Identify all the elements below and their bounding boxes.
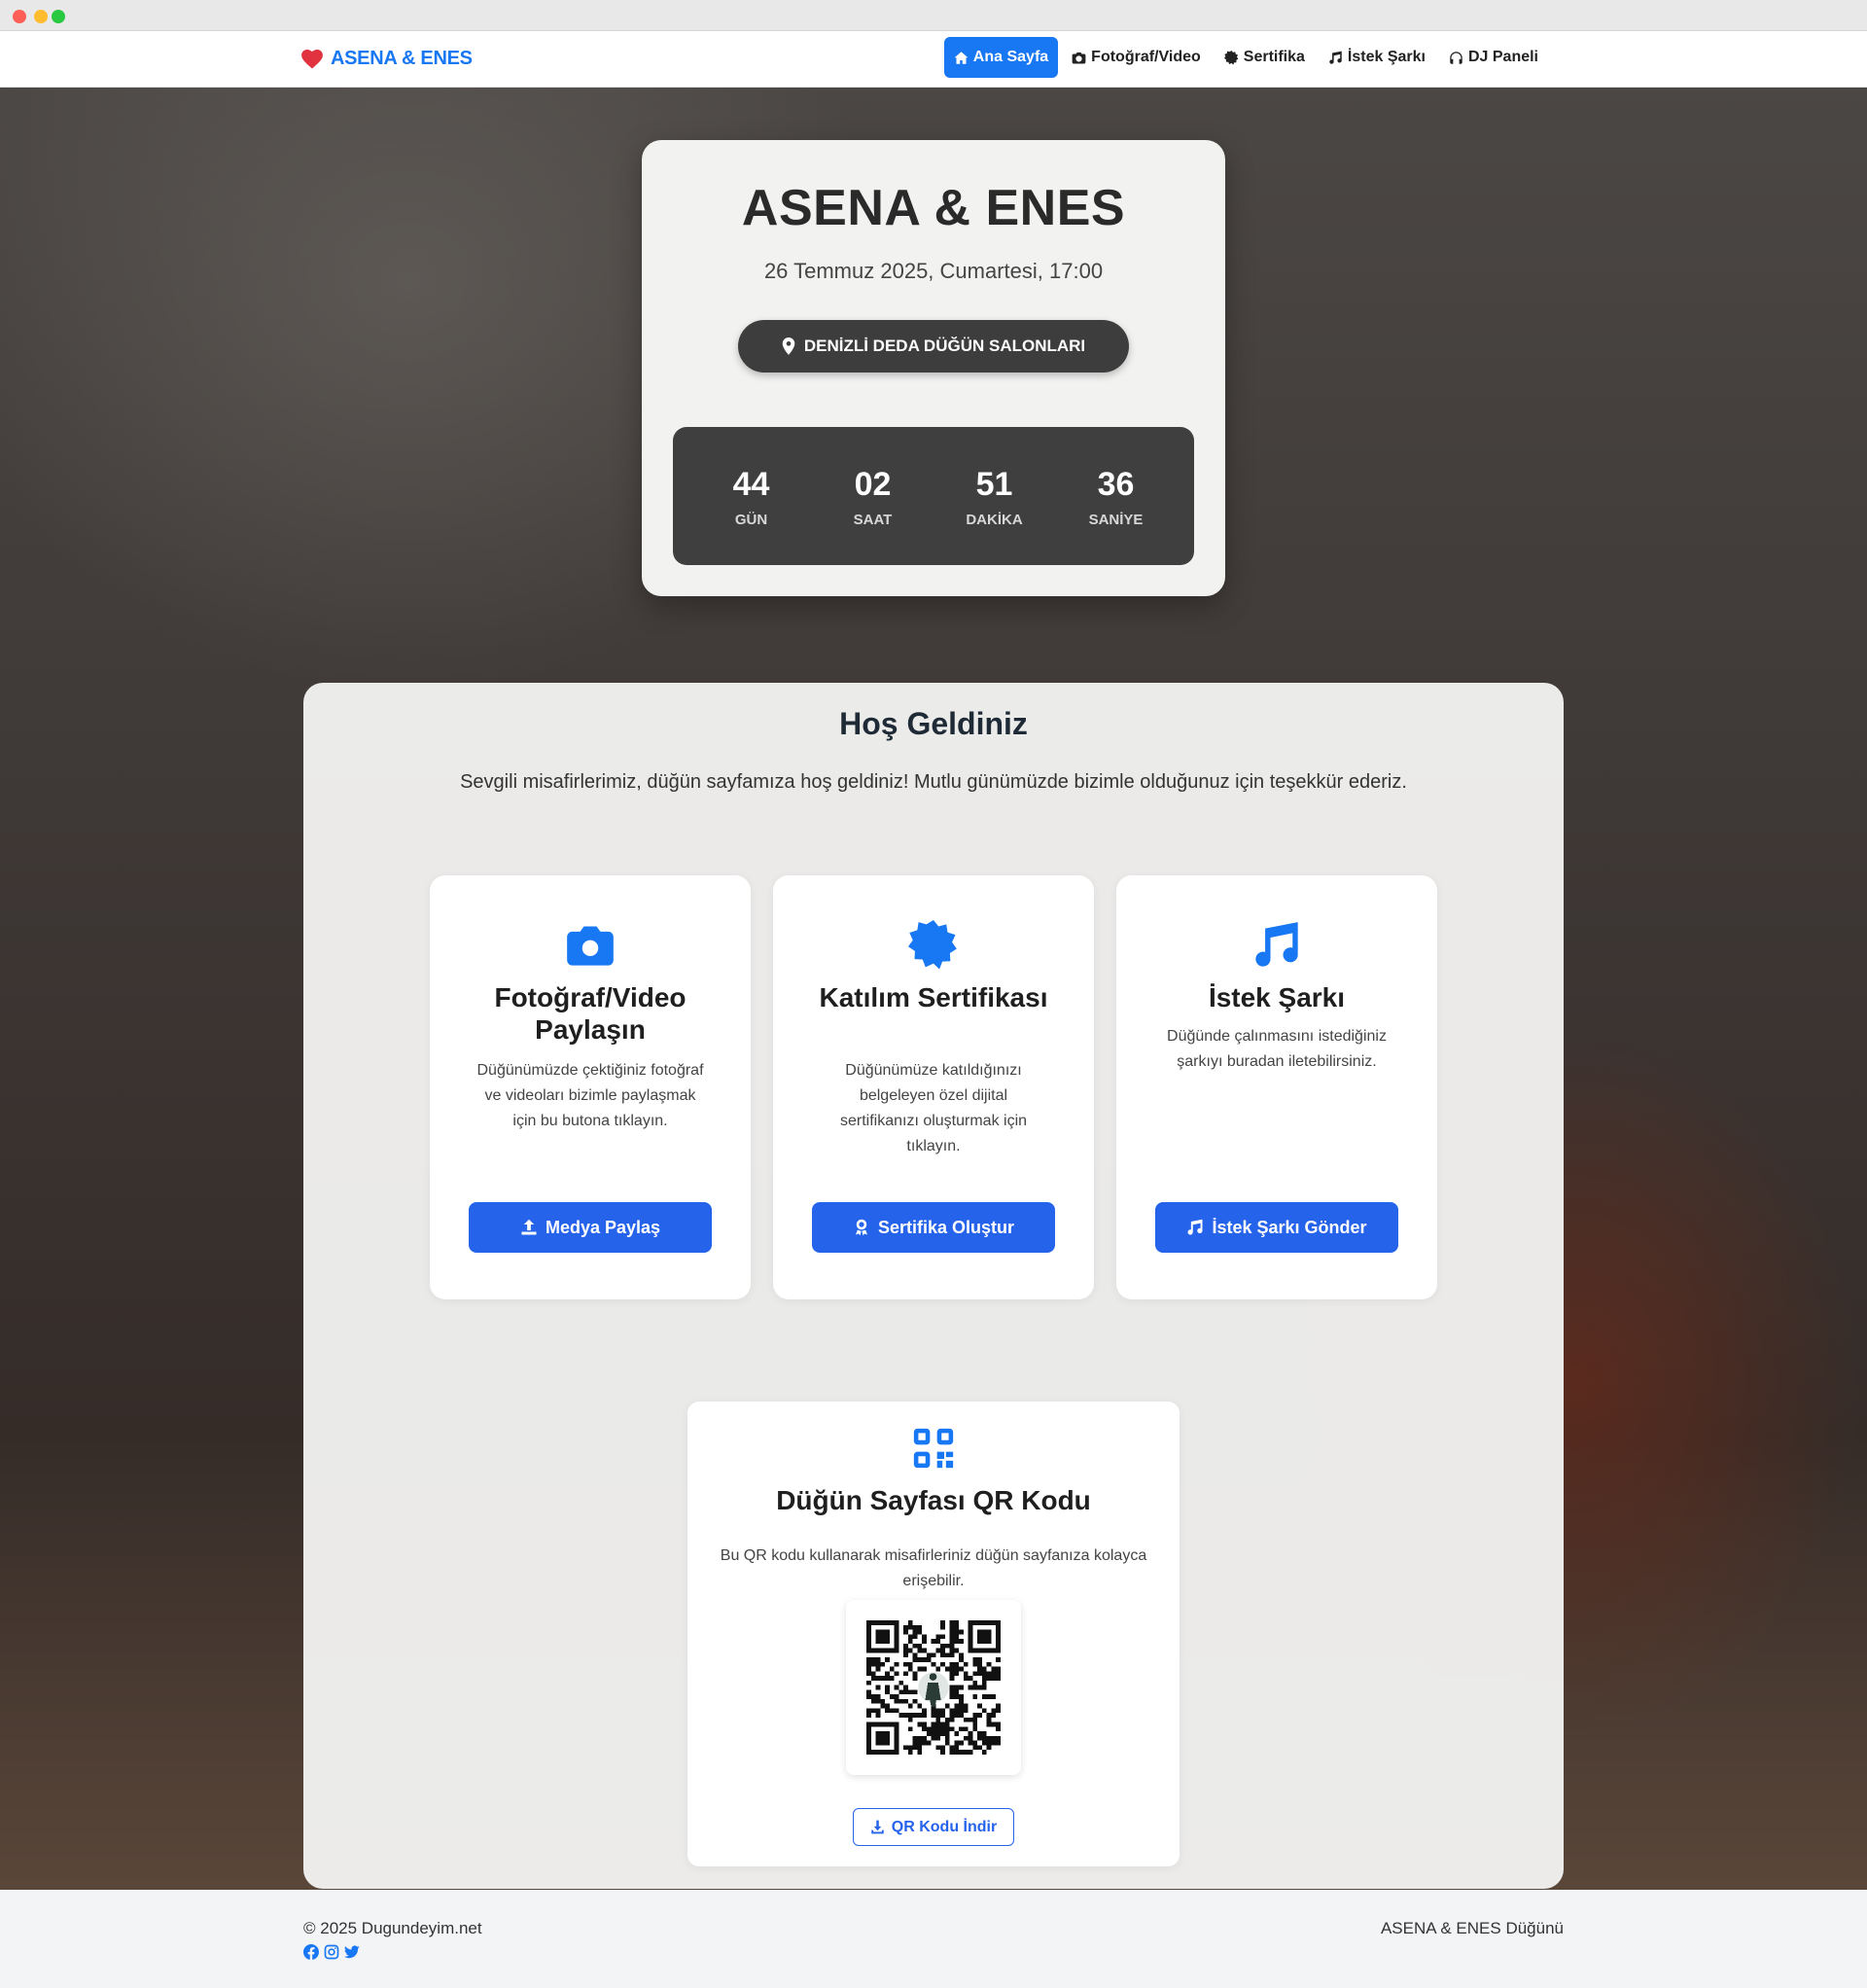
qr-code bbox=[866, 1620, 1001, 1755]
feature-description: Düğünümüzde çektiğiniz fotoğraf ve video… bbox=[476, 1062, 704, 1129]
nav-links: Ana Sayfa Fotoğraf/Video Sertifika İstek… bbox=[943, 37, 1548, 78]
maximize-window-button[interactable] bbox=[52, 10, 65, 23]
qr-code-image bbox=[846, 1600, 1021, 1775]
feature-card-song: İstek Şarkı Düğünde çalınmasını istediği… bbox=[1116, 875, 1437, 1299]
copyright-text: © 2025 Dugundeyim.net bbox=[303, 1919, 482, 1937]
download-qr-button[interactable]: QR Kodu İndir bbox=[853, 1808, 1014, 1846]
countdown-timer: 44 GÜN 02 SAAT 51 DAKİKA 36 SANİYE bbox=[673, 427, 1194, 565]
nav-link-dj-panel[interactable]: DJ Paneli bbox=[1439, 37, 1548, 78]
send-song-request-button[interactable]: İstek Şarkı Gönder bbox=[1155, 1202, 1398, 1253]
certificate-icon bbox=[908, 920, 957, 970]
feature-description: Düğünümüze katıldığınızı belgeleyen özel… bbox=[839, 1062, 1028, 1154]
nav-link-certificate[interactable]: Sertifika bbox=[1215, 37, 1315, 78]
download-icon bbox=[871, 1820, 884, 1834]
countdown-minutes: 51 DAKİKA bbox=[946, 465, 1043, 528]
feature-description: Düğünde çalınmasını istediğiniz şarkıyı … bbox=[1167, 1028, 1387, 1070]
brand-name: ASENA & ENES bbox=[331, 48, 473, 69]
minimize-window-button[interactable] bbox=[34, 10, 48, 23]
map-pin-icon bbox=[782, 337, 795, 355]
button-label: QR Kodu İndir bbox=[891, 1818, 998, 1835]
feature-title: Katılım Sertifikası bbox=[819, 982, 1048, 1012]
countdown-label: SANİYE bbox=[1088, 511, 1144, 528]
nav-link-label: DJ Paneli bbox=[1467, 49, 1538, 65]
heart-icon bbox=[301, 49, 323, 69]
brand-link[interactable]: ASENA & ENES bbox=[301, 48, 473, 70]
nav-link-label: İstek Şarkı bbox=[1347, 49, 1426, 65]
button-label: Medya Paylaş bbox=[545, 1217, 661, 1237]
welcome-title: Hoş Geldiniz bbox=[839, 706, 1028, 741]
countdown-days: 44 GÜN bbox=[703, 465, 800, 528]
countdown-hours: 02 SAAT bbox=[825, 465, 922, 528]
countdown-seconds: 36 SANİYE bbox=[1068, 465, 1165, 528]
close-window-button[interactable] bbox=[13, 10, 26, 23]
nav-link-home[interactable]: Ana Sayfa bbox=[943, 37, 1059, 78]
camera-icon bbox=[1072, 52, 1086, 63]
badge-icon bbox=[1223, 50, 1239, 65]
twitter-icon[interactable] bbox=[344, 1944, 360, 1960]
couple-title: ASENA & ENES bbox=[741, 180, 1126, 236]
qr-code-icon bbox=[913, 1428, 954, 1469]
headphones-icon bbox=[1450, 51, 1462, 64]
wedding-date: 26 Temmuz 2025, Cumartesi, 17:00 bbox=[763, 259, 1104, 283]
camera-icon bbox=[567, 926, 614, 966]
venue-button[interactable]: DENİZLİ DEDA DÜĞÜN SALONLARI bbox=[738, 320, 1129, 373]
home-icon bbox=[954, 51, 969, 64]
music-icon bbox=[1187, 1219, 1203, 1235]
countdown-label: GÜN bbox=[734, 511, 768, 528]
nav-link-label: Sertifika bbox=[1243, 49, 1305, 65]
social-links bbox=[303, 1944, 360, 1960]
qr-description: Bu QR kodu kullanarak misafirleriniz düğ… bbox=[720, 1547, 1147, 1589]
music-icon bbox=[1255, 922, 1298, 967]
top-navbar: ASENA & ENES Ana Sayfa Fotoğraf/Video Se… bbox=[0, 31, 1867, 88]
venue-label: DENİZLİ DEDA DÜĞÜN SALONLARI bbox=[803, 337, 1086, 355]
award-icon bbox=[855, 1219, 867, 1236]
nav-link-photo-video[interactable]: Fotoğraf/Video bbox=[1062, 37, 1211, 78]
countdown-label: DAKİKA bbox=[966, 511, 1023, 528]
create-certificate-button[interactable]: Sertifika Oluştur bbox=[812, 1202, 1055, 1253]
feature-title: İstek Şarkı bbox=[1208, 982, 1346, 1012]
countdown-value: 02 bbox=[854, 465, 892, 503]
upload-icon bbox=[521, 1219, 537, 1235]
countdown-value: 51 bbox=[975, 465, 1013, 503]
nav-link-label: Ana Sayfa bbox=[972, 49, 1049, 65]
countdown-label: SAAT bbox=[853, 511, 893, 528]
music-icon bbox=[1329, 51, 1342, 64]
footer: © 2025 Dugundeyim.net ASENA & ENES Düğün… bbox=[0, 1890, 1867, 1988]
hero-card: ASENA & ENES 26 Temmuz 2025, Cumartesi, … bbox=[642, 140, 1225, 596]
qr-code-card: Düğün Sayfası QR Kodu Bu QR kodu kullana… bbox=[687, 1402, 1180, 1866]
countdown-value: 36 bbox=[1097, 465, 1135, 503]
button-label: Sertifika Oluştur bbox=[877, 1217, 1015, 1237]
nav-link-song-request[interactable]: İstek Şarkı bbox=[1319, 37, 1435, 78]
countdown-value: 44 bbox=[732, 465, 770, 503]
facebook-icon[interactable] bbox=[303, 1944, 319, 1960]
nav-link-label: Fotoğraf/Video bbox=[1091, 49, 1201, 65]
welcome-text: Sevgili misafirlerimiz, düğün sayfamıza … bbox=[460, 771, 1407, 793]
qr-title: Düğün Sayfası QR Kodu bbox=[776, 1485, 1091, 1515]
feature-title: Fotoğraf/Video Paylaşın bbox=[494, 982, 687, 1045]
share-media-button[interactable]: Medya Paylaş bbox=[469, 1202, 712, 1253]
window-titlebar bbox=[0, 0, 1867, 31]
footer-wedding-name: ASENA & ENES Düğünü bbox=[1380, 1919, 1564, 1937]
welcome-panel: Hoş Geldiniz Sevgili misafirlerimiz, düğ… bbox=[303, 683, 1564, 1889]
feature-card-media: Fotoğraf/Video Paylaşın Düğünümüzde çekt… bbox=[430, 875, 751, 1299]
instagram-icon[interactable] bbox=[324, 1944, 339, 1960]
feature-card-certificate: Katılım Sertifikası Düğünümüze katıldığı… bbox=[773, 875, 1094, 1299]
button-label: İstek Şarkı Gönder bbox=[1212, 1217, 1367, 1237]
